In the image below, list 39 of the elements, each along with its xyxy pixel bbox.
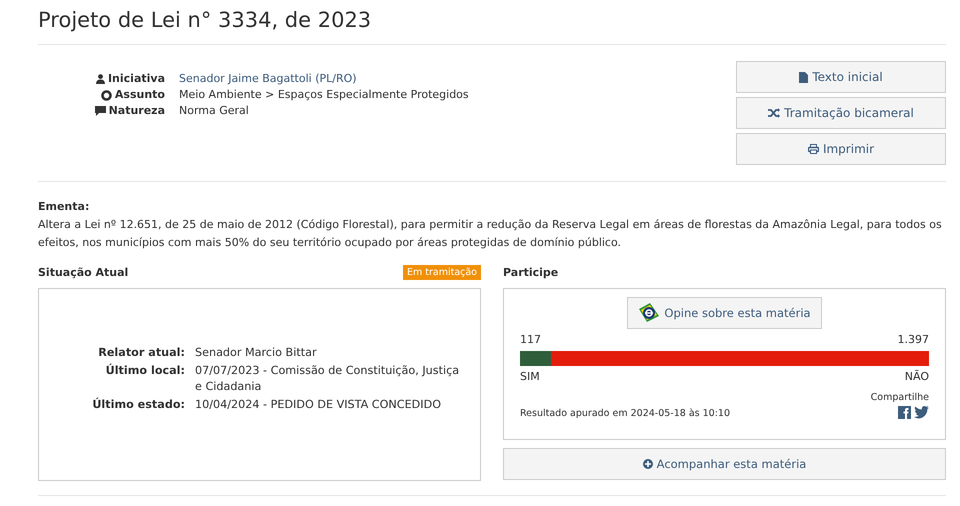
action-button[interactable]: Texto inicial <box>736 61 946 93</box>
facebook-icon[interactable] <box>898 406 911 419</box>
field-value: Senador Marcio Bittar <box>195 345 318 361</box>
section-heading: Situação Atual <box>38 266 128 278</box>
circle-icon <box>100 90 112 100</box>
follow-button[interactable]: Acompanhar esta matéria <box>503 448 946 480</box>
status-badge: Em tramitação <box>402 264 481 280</box>
person-icon <box>96 74 105 84</box>
no-label: NÃO <box>904 370 929 384</box>
field-value: 10/04/2024 - PEDIDO DE VISTA CONCEDIDO <box>195 397 442 413</box>
logo-icon <box>638 303 660 323</box>
field-value: Meio Ambiente > Espaços Especialmente Protegidos <box>179 87 469 103</box>
action-button[interactable]: Imprimir <box>736 133 946 165</box>
section-heading: Participe <box>503 266 558 278</box>
field-label: Último estado: <box>91 397 185 413</box>
section-label: Ementa: <box>38 200 90 214</box>
field-label: Assunto <box>114 87 165 103</box>
share-label: Compartilhe <box>870 392 929 403</box>
field-value: 07/07/2023 - Comissão de Constituição, Justiça e Cidadania <box>195 363 460 395</box>
bird-icon[interactable] <box>914 406 929 419</box>
result-text: Resultado apurado em 2024-05-18 às 10:10 <box>520 408 730 419</box>
field-label: Iniciativa <box>108 71 165 87</box>
field-label: Último local: <box>104 363 185 379</box>
field-value: Norma Geral <box>179 103 249 119</box>
action-button[interactable]: Tramitação bicameral <box>736 97 946 129</box>
yes-label: SIM <box>520 370 540 384</box>
opine-button[interactable]: Opine sobre esta matéria <box>627 297 822 329</box>
page-title: Projeto de Lei n° 3334, de 2023 <box>38 7 372 34</box>
field-label: Relator atual: <box>97 345 185 361</box>
printer-icon <box>808 144 819 154</box>
plus-circle-icon <box>642 459 653 469</box>
yes-count: 117 <box>520 333 541 347</box>
shuffle-icon <box>768 108 780 118</box>
summary-text: Altera a Lei nº 12.651, de 25 de maio de 2012 (Código Florestal), para permitir a redução da Reserva Legal em áreas de florestas da Amazônia Legal, para todos os efeitos, nos municípios com mais 50% do seu território ocupado por áreas protegidas de domínio público. <box>38 217 943 251</box>
field-label: Natureza <box>108 103 165 119</box>
comment-icon <box>94 106 106 116</box>
author-link[interactable]: Senador Jaime Bagattoli (PL/RO) <box>179 71 357 87</box>
no-count: 1.397 <box>898 333 929 347</box>
document-icon <box>799 72 808 82</box>
